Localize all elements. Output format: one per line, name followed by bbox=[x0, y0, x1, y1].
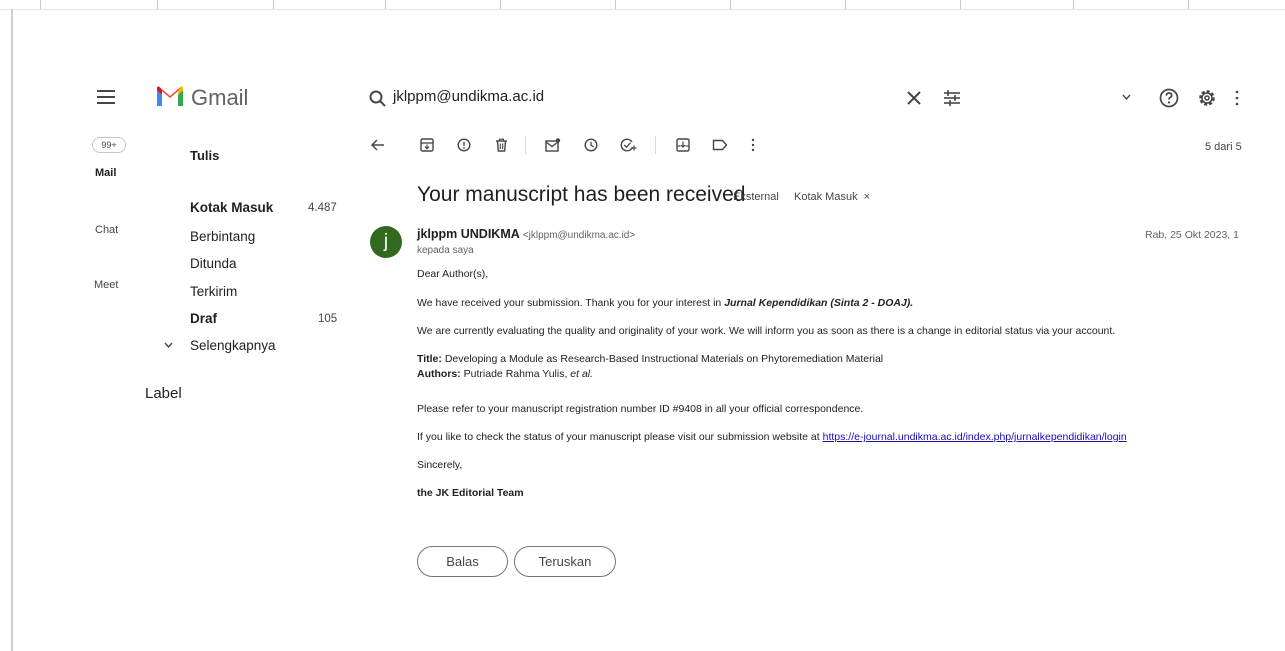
inbox-count: 4.487 bbox=[308, 202, 337, 214]
manuscript-title: Title: Developing a Module as Research-B… bbox=[417, 353, 883, 365]
chevron-down-icon[interactable] bbox=[160, 337, 176, 353]
search-input[interactable]: jklppm@undikma.ac.id bbox=[393, 88, 544, 105]
sender-display-name: jklppm UNDIKMA bbox=[417, 227, 520, 241]
window-top-strip bbox=[0, 0, 1285, 10]
title-value: Developing a Module as Research-Based In… bbox=[441, 353, 884, 365]
rail-item-mail[interactable]: Mail bbox=[95, 167, 116, 179]
forward-button-label: Teruskan bbox=[538, 554, 592, 569]
pagination-label: 5 dari 5 bbox=[1205, 141, 1242, 153]
reply-button-label: Balas bbox=[446, 554, 479, 569]
gmail-logo-icon[interactable] bbox=[155, 84, 185, 108]
back-arrow-icon[interactable] bbox=[368, 135, 388, 155]
email-signature: the JK Editorial Team bbox=[417, 487, 524, 499]
snooze-clock-icon[interactable] bbox=[581, 135, 601, 155]
gmail-wordmark: Gmail bbox=[191, 85, 249, 110]
window-left-border bbox=[11, 9, 13, 651]
email-greeting: Dear Author(s), bbox=[417, 268, 489, 280]
email-paragraph-3: Please refer to your manuscript registra… bbox=[417, 403, 864, 415]
more-apps-icon[interactable] bbox=[1231, 86, 1243, 110]
compose-button[interactable]: Tulis bbox=[190, 148, 219, 163]
title-label: Title: bbox=[417, 353, 442, 365]
delete-icon[interactable] bbox=[491, 135, 511, 155]
inbox-label-text: Kotak Masuk bbox=[794, 191, 858, 203]
sender-avatar[interactable]: j bbox=[370, 226, 402, 258]
authors-value: Putriade Rahma Yulis, bbox=[460, 368, 571, 380]
external-tag: Eksternal bbox=[733, 191, 779, 203]
rail-item-meet[interactable]: Meet bbox=[94, 279, 118, 291]
email-paragraph-1: We have received your submission. Thank … bbox=[417, 297, 913, 309]
report-spam-icon[interactable] bbox=[454, 135, 474, 155]
nav-item-drafts[interactable]: Draf bbox=[190, 311, 217, 326]
add-to-tasks-icon[interactable] bbox=[618, 135, 638, 155]
move-to-icon[interactable] bbox=[673, 135, 693, 155]
manuscript-authors: Authors: Putriade Rahma Yulis, et al. bbox=[417, 368, 593, 380]
remove-label-icon[interactable]: × bbox=[864, 191, 870, 203]
toolbar-separator bbox=[525, 136, 526, 154]
search-icon[interactable] bbox=[366, 87, 388, 109]
label-tag-icon[interactable] bbox=[710, 135, 730, 155]
settings-gear-icon[interactable] bbox=[1195, 86, 1219, 110]
authors-label: Authors: bbox=[417, 368, 461, 380]
more-options-icon[interactable] bbox=[746, 135, 760, 155]
rail-item-chat[interactable]: Chat bbox=[95, 224, 118, 236]
reply-button[interactable]: Balas bbox=[417, 546, 508, 577]
nav-item-starred[interactable]: Berbintang bbox=[190, 229, 255, 244]
email-subject: Your manuscript has been received bbox=[417, 183, 746, 206]
archive-icon[interactable] bbox=[417, 135, 437, 155]
recipient-label[interactable]: kepada saya bbox=[417, 245, 474, 256]
chevron-down-icon[interactable] bbox=[1118, 89, 1134, 105]
email-paragraph-4: If you like to check the status of your … bbox=[417, 431, 1127, 443]
main-menu-icon[interactable] bbox=[95, 86, 117, 108]
search-options-icon[interactable] bbox=[941, 87, 963, 109]
journal-name: Jurnal Kependidikan (Sinta 2 - DOAJ). bbox=[724, 297, 914, 309]
email-closing: Sincerely, bbox=[417, 459, 463, 471]
paragraph-4-text: If you like to check the status of your … bbox=[417, 431, 823, 443]
help-icon[interactable] bbox=[1157, 86, 1181, 110]
toolbar-separator bbox=[655, 136, 656, 154]
inbox-label-tag[interactable]: Kotak Masuk × bbox=[794, 191, 870, 203]
nav-item-snoozed[interactable]: Ditunda bbox=[190, 256, 237, 271]
email-paragraph-2: We are currently evaluating the quality … bbox=[417, 325, 1116, 337]
email-date: Rab, 25 Okt 2023, 1 bbox=[1145, 229, 1239, 241]
submission-link[interactable]: https://e-journal.undikma.ac.id/index.ph… bbox=[823, 431, 1127, 443]
nav-item-sent[interactable]: Terkirim bbox=[190, 284, 237, 299]
mark-unread-icon[interactable] bbox=[543, 135, 563, 155]
nav-item-more[interactable]: Selengkapnya bbox=[190, 338, 276, 353]
nav-item-inbox[interactable]: Kotak Masuk bbox=[190, 200, 273, 215]
paragraph-1-text: We have received your submission. Thank … bbox=[417, 297, 725, 309]
forward-button[interactable]: Teruskan bbox=[514, 546, 616, 577]
drafts-count: 105 bbox=[318, 313, 338, 325]
clear-search-icon[interactable] bbox=[903, 87, 925, 109]
mail-unread-badge: 99+ bbox=[92, 137, 126, 153]
sender-name[interactable]: jklppm UNDIKMA <jklppm@undikma.ac.id> bbox=[417, 227, 635, 241]
sender-email: <jklppm@undikma.ac.id> bbox=[522, 230, 636, 241]
authors-etal: et al. bbox=[570, 368, 594, 380]
labels-heading: Label bbox=[145, 385, 182, 402]
